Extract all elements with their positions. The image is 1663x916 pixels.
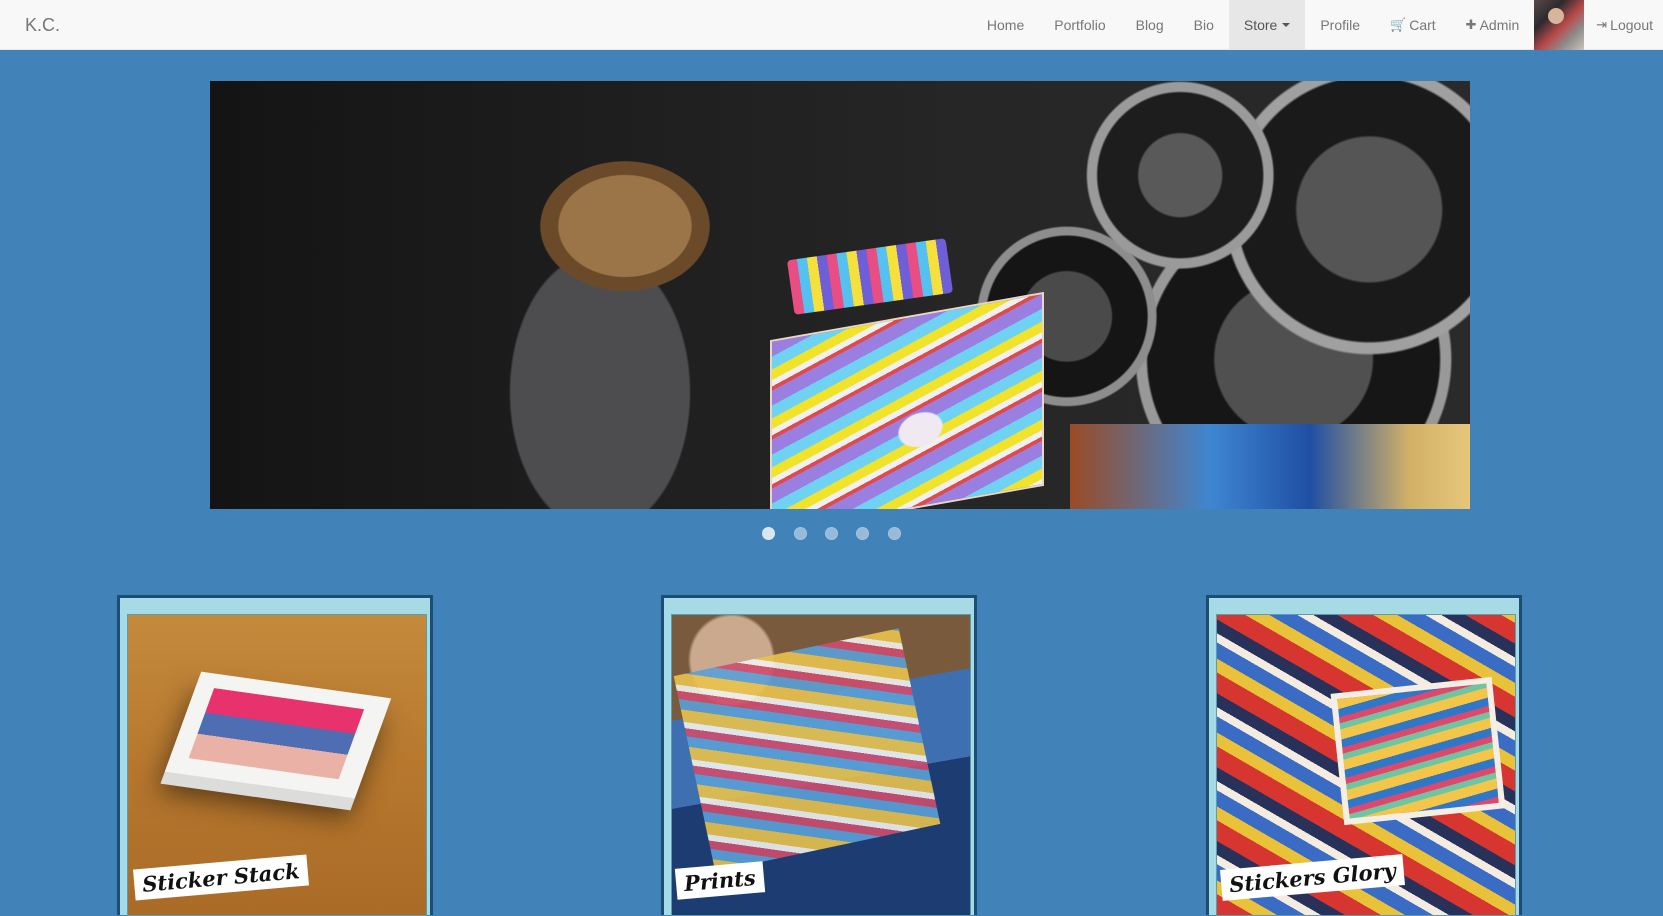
carousel-dot-2[interactable]: [793, 527, 807, 540]
product-photo-sticker-stack: Sticker Stack: [127, 614, 427, 916]
carousel-dot-5[interactable]: [887, 527, 901, 540]
artist-hair: [540, 161, 710, 291]
product-photo-stickers-glory: Stickers Glory: [1216, 614, 1516, 916]
sticker-stack-graphic: [164, 671, 392, 799]
nav-admin-label: Admin: [1479, 17, 1520, 33]
nav-profile[interactable]: Profile: [1305, 0, 1375, 50]
carousel-dot-1[interactable]: [762, 527, 776, 540]
nav-logout[interactable]: ⇥ Logout: [1596, 0, 1663, 50]
painting-canvas: [770, 291, 1044, 509]
paint-palette: [786, 238, 954, 315]
carousel-indicators: [0, 527, 1663, 545]
card-label: Sticker Stack: [132, 854, 309, 901]
product-photo-prints: Prints: [671, 614, 971, 916]
nav-bio-label: Bio: [1193, 17, 1214, 33]
top-navbar: K.C. Home Portfolio Blog Bio Store Profi…: [0, 0, 1663, 50]
caret-down-icon: [1282, 23, 1291, 27]
nav-profile-label: Profile: [1320, 17, 1361, 33]
nav-portfolio-label: Portfolio: [1054, 17, 1106, 33]
card-label: Stickers Glory: [1219, 854, 1405, 901]
nav-blog[interactable]: Blog: [1121, 0, 1179, 50]
card-label: Prints: [674, 861, 765, 900]
nav-logout-label: Logout: [1610, 17, 1653, 33]
nav-home[interactable]: Home: [972, 0, 1039, 50]
user-avatar[interactable]: [1534, 0, 1585, 50]
nav-store-label: Store: [1243, 17, 1278, 33]
logout-icon: ⇥: [1596, 17, 1608, 33]
product-card-stickers-glory[interactable]: Stickers Glory: [1206, 595, 1522, 916]
product-card-prints[interactable]: Prints: [661, 595, 977, 916]
nav-cart-label: Cart: [1409, 17, 1436, 33]
product-card-sticker-stack[interactable]: Sticker Stack: [117, 595, 433, 916]
nav-admin[interactable]: ✚ Admin: [1451, 0, 1535, 50]
brand-link[interactable]: K.C.: [25, 15, 60, 36]
nav-store-dropdown[interactable]: Store: [1228, 0, 1306, 50]
nav-portfolio[interactable]: Portfolio: [1039, 0, 1120, 50]
puzzle-icon: ✚: [1465, 17, 1477, 33]
wave-painting: [1070, 424, 1470, 509]
nav-cart[interactable]: 🛒 Cart: [1375, 0, 1451, 50]
stickers-graphic: [1330, 676, 1506, 826]
prints-graphic: [673, 628, 941, 872]
hero-carousel-image[interactable]: [210, 81, 1470, 509]
nav-bio[interactable]: Bio: [1179, 0, 1229, 50]
cart-icon: 🛒: [1390, 17, 1407, 33]
nav-menu: Home Portfolio Blog Bio Store Profile 🛒 …: [972, 0, 1663, 50]
carousel-dot-3[interactable]: [825, 527, 838, 540]
nav-home-label: Home: [986, 17, 1025, 33]
nav-blog-label: Blog: [1135, 17, 1164, 33]
carousel-dot-4[interactable]: [856, 527, 870, 540]
